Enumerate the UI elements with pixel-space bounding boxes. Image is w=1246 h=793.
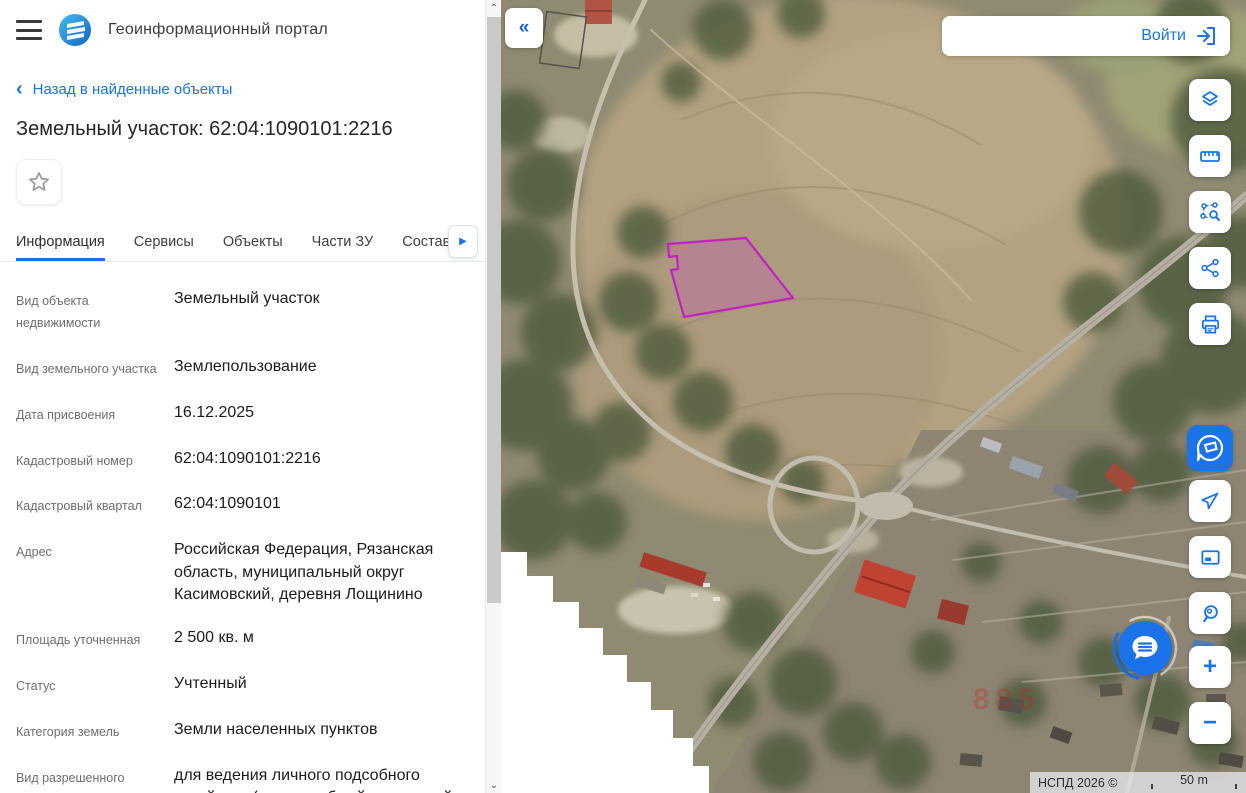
zoom-in-button[interactable]: + [1189,646,1231,688]
field-label: Адрес [16,545,52,560]
object-search-icon [1202,604,1218,622]
field-value: Земли населенных пунктов [174,721,378,739]
field-label: Кадастровый номер [16,453,133,468]
overview-map-button[interactable] [1189,536,1231,578]
triangle-right-icon: ▶ [459,236,467,247]
layers-button[interactable] [1189,79,1231,121]
ruler-icon [1200,151,1220,162]
field-row: Адрес Российская Федерация, Рязанская об… [16,539,469,606]
overview-map-icon [1200,549,1220,565]
field-value: 62:04:1090101:2216 [174,449,321,467]
app-logo-icon [59,14,91,46]
tab-objects[interactable]: Объекты [223,234,283,261]
minus-icon: − [1202,709,1217,736]
field-row: Категория земель Земли населенных пункто… [16,719,469,744]
field-row: Кадастровый квартал 62:04:1090101 [16,493,469,518]
tab-composition[interactable]: Состав [402,234,450,261]
field-value: Российская Федерация, Рязанская область,… [174,541,434,604]
measure-button[interactable] [1189,135,1231,177]
tab-bar: Информация Сервисы Объекты Части ЗУ Сост… [0,225,485,262]
share-button[interactable] [1189,247,1231,289]
geolocate-icon [1201,492,1219,510]
chat-bubble-icon [1132,636,1158,660]
star-icon [29,172,49,191]
scroll-down-icon[interactable]: ⌄ [486,777,502,793]
zoom-out-button[interactable]: − [1189,702,1231,744]
identify-parcel-icon [1196,434,1224,462]
field-label: Вид земельного участка [16,361,157,376]
scroll-up-icon[interactable]: ⌃ [486,0,502,16]
favorite-button[interactable] [16,159,62,205]
panel-header: Геоинформационный портал [0,0,485,57]
field-row: Статус Учтенный [16,673,469,698]
layers-icon [1202,91,1218,106]
share-icon [1201,258,1219,278]
field-value: 16.12.2025 [174,403,255,421]
geoportal-app: Геоинформационный портал ‹ Назад в найде… [0,0,1246,793]
print-icon [1201,314,1219,334]
back-link-label: Назад в найденные объекты [32,81,233,98]
field-list: Вид объекта недвижимости Земельный участ… [0,262,485,793]
double-chevron-left-icon: « [518,17,530,38]
print-button[interactable] [1189,303,1231,345]
scale-line [1151,784,1237,789]
back-link[interactable]: ‹ Назад в найденные объекты [16,77,469,100]
field-row: Дата присвоения 16.12.2025 [16,402,469,427]
field-value: Землепользование [174,357,317,375]
field-label: Категория земель [16,725,120,740]
field-value: 2 500 кв. м [174,629,254,647]
page-title: Земельный участок: 62:04:1090101:2216 [16,118,393,140]
attribution-text: НСПД 2026 © [1038,775,1118,790]
scale-bar: 50 m [1151,773,1237,790]
field-value: для ведения личного подсобного хозяйства… [174,767,452,793]
scrollbar-thumb[interactable] [487,17,501,603]
field-value: Учтенный [174,675,247,693]
chat-bubble-circle [1118,621,1172,675]
field-label: Вид разрешенного использования [16,771,125,793]
menu-icon[interactable] [16,20,42,40]
area-search-icon [1200,202,1220,221]
tab-services[interactable]: Сервисы [134,234,194,261]
identify-parcel-button[interactable] [1187,425,1233,471]
field-label: Статус [16,679,56,694]
object-search-button[interactable] [1189,592,1231,634]
field-value: Земельный участок [174,290,320,307]
field-value: 62:04:1090101 [174,495,281,513]
chevron-left-icon: ‹ [16,77,23,100]
field-row: Площадь уточненная 2 500 кв. м [16,627,469,652]
app-title: Геоинформационный портал [108,21,328,38]
geolocate-button[interactable] [1189,480,1231,522]
map-canvas[interactable]: 885 « Войти + − НСПД 2026 © 50 m [501,0,1246,793]
login-button[interactable]: Войти [942,16,1230,56]
field-label: Дата присвоения [16,407,116,422]
collapse-panel-button[interactable]: « [505,8,543,48]
field-label: Вид объекта недвижимости [16,294,101,330]
field-row: Вид объекта недвижимости Земельный участ… [16,288,469,335]
info-panel: Геоинформационный портал ‹ Назад в найде… [0,0,485,793]
tab-information[interactable]: Информация [16,234,105,261]
field-row: Кадастровый номер 62:04:1090101:2216 [16,448,469,473]
map-attribution-bar: НСПД 2026 © 50 m [1030,772,1246,793]
spatial-search-button[interactable] [1189,191,1231,233]
login-icon [1197,27,1215,45]
login-label: Войти [1141,27,1186,44]
chat-fab[interactable] [1111,614,1179,682]
panel-scrollbar[interactable]: ⌃ ⌄ [485,0,501,793]
tabs-scroll-right-button[interactable]: ▶ [448,225,478,258]
field-label: Площадь уточненная [16,633,141,648]
tab-parcel-parts[interactable]: Части ЗУ [312,234,374,261]
field-row: Вид разрешенного использования для веден… [16,765,469,793]
field-row: Вид земельного участка Землепользование [16,356,469,381]
field-label: Кадастровый квартал [16,499,142,514]
plus-icon: + [1202,653,1217,680]
